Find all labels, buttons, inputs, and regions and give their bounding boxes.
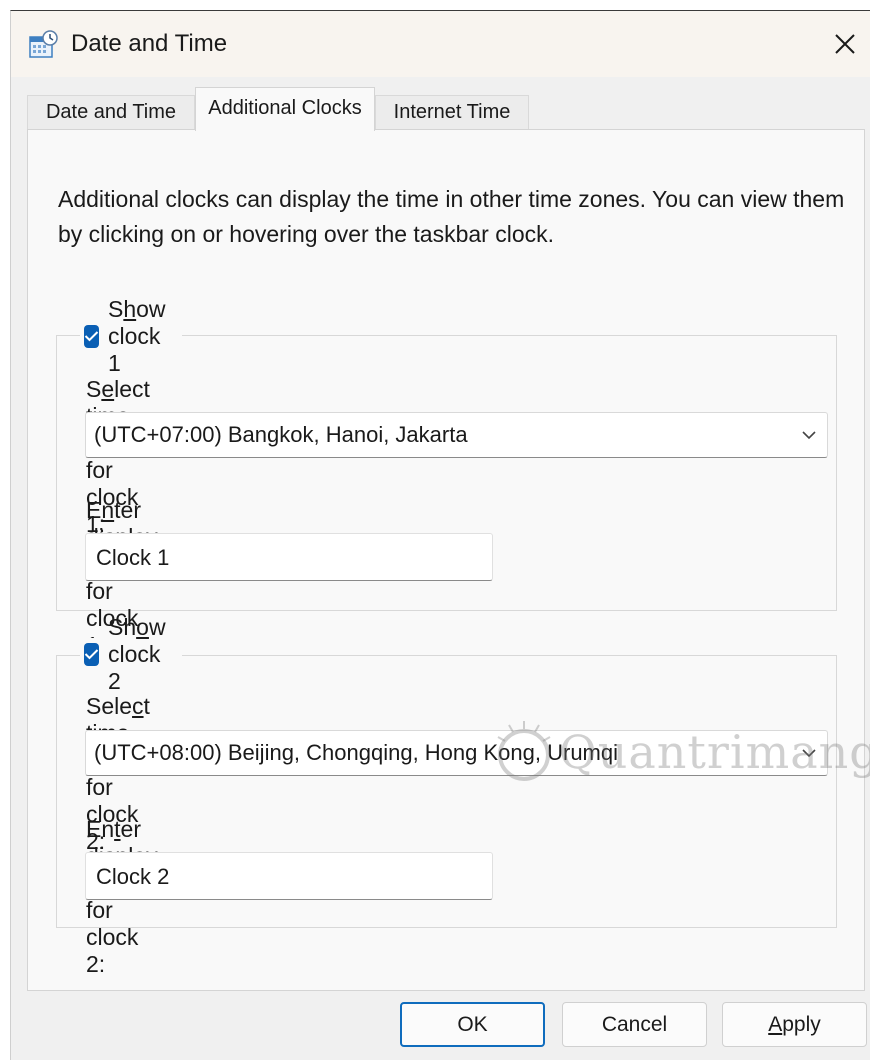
apply-button[interactable]: Apply	[722, 1002, 867, 1047]
clock-1-display-name-input[interactable]: Clock 1	[85, 533, 493, 581]
intro-text: Additional clocks can display the time i…	[58, 186, 845, 247]
clock-1-timezone-value: (UTC+07:00) Bangkok, Hanoi, Jakarta	[94, 422, 468, 447]
show-clock-1[interactable]: Show clock 1	[80, 296, 182, 376]
show-clock-1-checkbox[interactable]	[84, 324, 99, 348]
cancel-button[interactable]: Cancel	[562, 1002, 707, 1047]
clock-1-display-name-value: Clock 1	[96, 545, 170, 570]
clock-2-display-name-input[interactable]: Clock 2	[85, 852, 493, 900]
calendar-clock-icon	[29, 30, 58, 58]
window-title: Date and Time	[71, 30, 228, 57]
clock-2-timezone-value: (UTC+08:00) Beijing, Chongqing, Hong Kon…	[94, 740, 619, 765]
show-clock-1-label: Show clock 1	[108, 295, 166, 376]
clock-2-timezone-select[interactable]: (UTC+08:00) Beijing, Chongqing, Hong Kon…	[85, 730, 828, 776]
tab-additional-clocks[interactable]: Additional Clocks	[195, 87, 375, 131]
ok-button[interactable]: OK	[400, 1002, 545, 1047]
close-icon[interactable]	[827, 27, 863, 61]
show-clock-2-checkbox[interactable]	[84, 642, 99, 666]
chevron-down-icon	[802, 749, 816, 758]
additional-clocks-panel: Additional clocks can display the time i…	[27, 129, 865, 991]
clock-2-display-name-value: Clock 2	[96, 864, 170, 889]
show-clock-2-label: Show clock 2	[108, 613, 166, 694]
date-time-dialog: Date and Time Date and Time Additional C…	[10, 10, 870, 1060]
tab-date-and-time[interactable]: Date and Time	[27, 95, 195, 129]
tab-strip: Date and Time Additional Clocks Internet…	[11, 87, 870, 131]
chevron-down-icon	[802, 431, 816, 440]
checkmark-icon	[84, 331, 99, 342]
checkmark-icon	[84, 649, 99, 660]
show-clock-2[interactable]: Show clock 2	[80, 614, 182, 694]
title-bar: Date and Time	[11, 11, 870, 77]
tab-internet-time[interactable]: Internet Time	[375, 95, 529, 129]
clock-1-timezone-select[interactable]: (UTC+07:00) Bangkok, Hanoi, Jakarta	[85, 412, 828, 458]
